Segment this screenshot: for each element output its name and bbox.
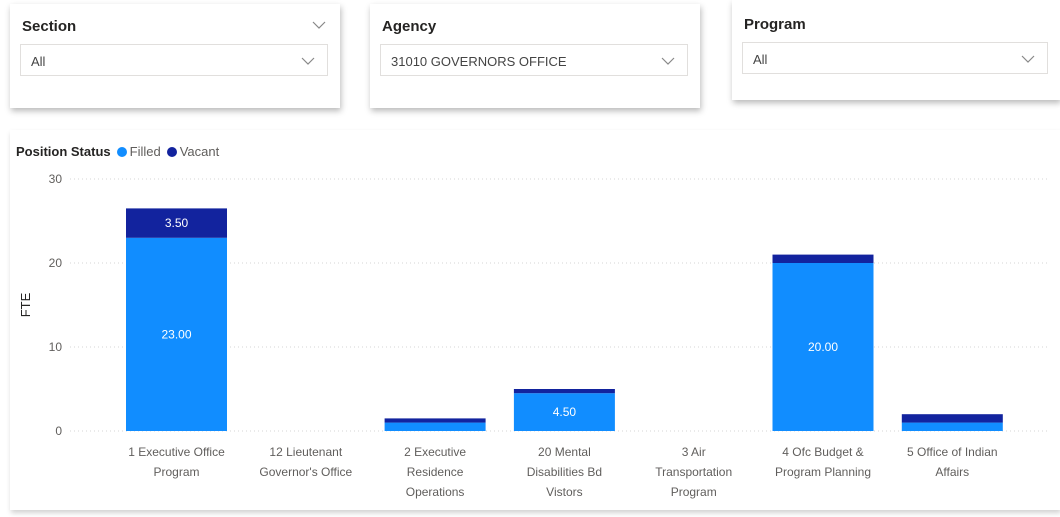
position-status-chart: Position Status Filled Vacant 0 10 20 30 FTE… [10, 130, 1060, 510]
x-category-label: 20 Mental Disabilities Bd Vistors [527, 445, 602, 499]
x-category-label: 4 Ofc Budget & Program Planning [775, 445, 871, 479]
x-category-label: 2 Executive Residence Operations [404, 445, 466, 499]
agency-slicer-title: Agency [382, 18, 437, 35]
program-dropdown[interactable]: All [742, 42, 1048, 74]
y-tick-label: 20 [49, 256, 63, 270]
stacked-bar-chart: 0 10 20 30 FTE 23.00 3.50 1 Executive Office Pro… [18, 172, 1050, 499]
section-dropdown[interactable]: All [20, 44, 328, 76]
data-label: 20.00 [808, 340, 838, 354]
x-category-label: 12 Lieutenant Governor's Office [259, 445, 352, 479]
bar-vacant [384, 418, 486, 423]
data-label: 23.00 [161, 327, 191, 341]
bar-filled [384, 422, 486, 431]
section-dropdown-value: All [31, 54, 46, 69]
x-category-label: 5 Office of Indian Affairs [907, 445, 998, 479]
bar-vacant [772, 254, 874, 263]
bar-vacant [513, 389, 615, 394]
chevron-down-icon [1021, 55, 1035, 63]
program-slicer: Program All [732, 0, 1060, 100]
y-tick-label: 10 [49, 340, 63, 354]
data-label: 4.50 [553, 405, 577, 419]
program-slicer-title: Program [744, 16, 806, 33]
agency-dropdown[interactable]: 31010 GOVERNORS OFFICE [380, 44, 688, 76]
section-slicer: Section All [10, 4, 340, 108]
y-tick-label: 30 [49, 172, 63, 186]
data-label: 3.50 [165, 216, 189, 230]
x-category-label: 3 Air Transportation Program [655, 445, 732, 499]
agency-slicer: Agency 31010 GOVERNORS OFFICE [370, 4, 700, 108]
chevron-down-icon[interactable] [312, 20, 326, 30]
program-dropdown-value: All [753, 52, 768, 67]
bar-vacant [901, 414, 1003, 423]
chevron-down-icon [661, 57, 675, 65]
y-axis-title: FTE [18, 292, 33, 317]
section-slicer-title: Section [22, 18, 77, 35]
agency-dropdown-value: 31010 GOVERNORS OFFICE [391, 54, 567, 69]
bar-filled [901, 422, 1003, 431]
y-tick-label: 0 [55, 424, 62, 438]
x-category-label: 1 Executive Office Program [128, 445, 225, 479]
chevron-down-icon [301, 57, 315, 65]
